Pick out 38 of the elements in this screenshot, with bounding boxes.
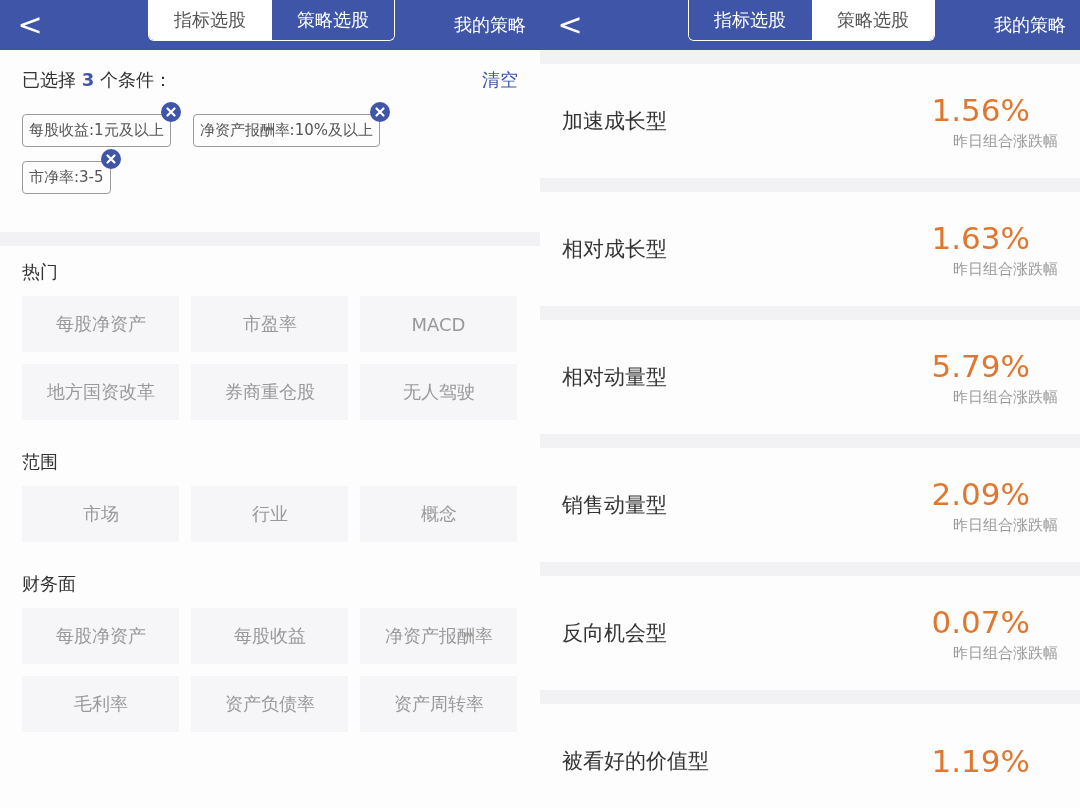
change-percent: 1.63% <box>931 219 1030 256</box>
strategy-name: 相对动量型 <box>562 364 667 391</box>
section-title: 范围 <box>21 450 59 474</box>
condition-chip: 净资产报酬率:10%及以上 <box>192 114 380 147</box>
strategy-card[interactable]: 相对成长型 1.63% 昨日组合涨跌幅 <box>540 192 1080 306</box>
section-title: 财务面 <box>21 572 77 596</box>
strategy-card[interactable]: 被看好的价值型 1.19% <box>540 704 1080 808</box>
strategy-card[interactable]: 反向机会型 0.07% 昨日组合涨跌幅 <box>540 576 1080 690</box>
tab[interactable]: 策略选股 <box>811 0 934 40</box>
change-caption: 昨日组合涨跌幅 <box>953 131 1058 151</box>
my-strategy-link[interactable]: 我的策略 <box>994 13 1066 37</box>
section-title: 热门 <box>21 260 59 284</box>
change-percent: 1.56% <box>931 91 1030 128</box>
change-percent: 0.07% <box>931 603 1030 640</box>
change-caption: 昨日组合涨跌幅 <box>953 643 1058 663</box>
tab[interactable]: 指标选股 <box>149 0 272 40</box>
remove-icon[interactable] <box>100 149 121 169</box>
strategy-name: 相对成长型 <box>562 236 667 263</box>
change-caption: 昨日组合涨跌幅 <box>953 515 1058 535</box>
remove-icon[interactable] <box>370 102 390 122</box>
change-caption: 昨日组合涨跌幅 <box>953 387 1058 407</box>
remove-icon[interactable] <box>160 102 181 122</box>
clear-button[interactable]: 清空 <box>482 68 518 92</box>
back-button[interactable]: < <box>540 2 600 48</box>
selected-conditions-count: 已选择 3 个条件： <box>22 68 172 92</box>
back-button[interactable]: < <box>0 2 60 48</box>
change-caption: 昨日组合涨跌幅 <box>953 259 1058 279</box>
strategy-card[interactable]: 相对动量型 5.79% 昨日组合涨跌幅 <box>540 320 1080 434</box>
change-percent: 1.19% <box>931 743 1030 779</box>
strategy-card[interactable]: 加速成长型 1.56% 昨日组合涨跌幅 <box>540 64 1080 178</box>
strategy-card[interactable]: 销售动量型 2.09% 昨日组合涨跌幅 <box>540 448 1080 562</box>
my-strategy-link[interactable]: 我的策略 <box>454 13 526 37</box>
change-percent: 5.79% <box>931 347 1030 384</box>
strategy-name: 被看好的价值型 <box>562 748 709 775</box>
strategy-name: 加速成长型 <box>562 108 667 135</box>
strategy-name: 销售动量型 <box>562 492 667 519</box>
strategy-name: 反向机会型 <box>562 620 667 647</box>
change-percent: 2.09% <box>931 475 1030 512</box>
